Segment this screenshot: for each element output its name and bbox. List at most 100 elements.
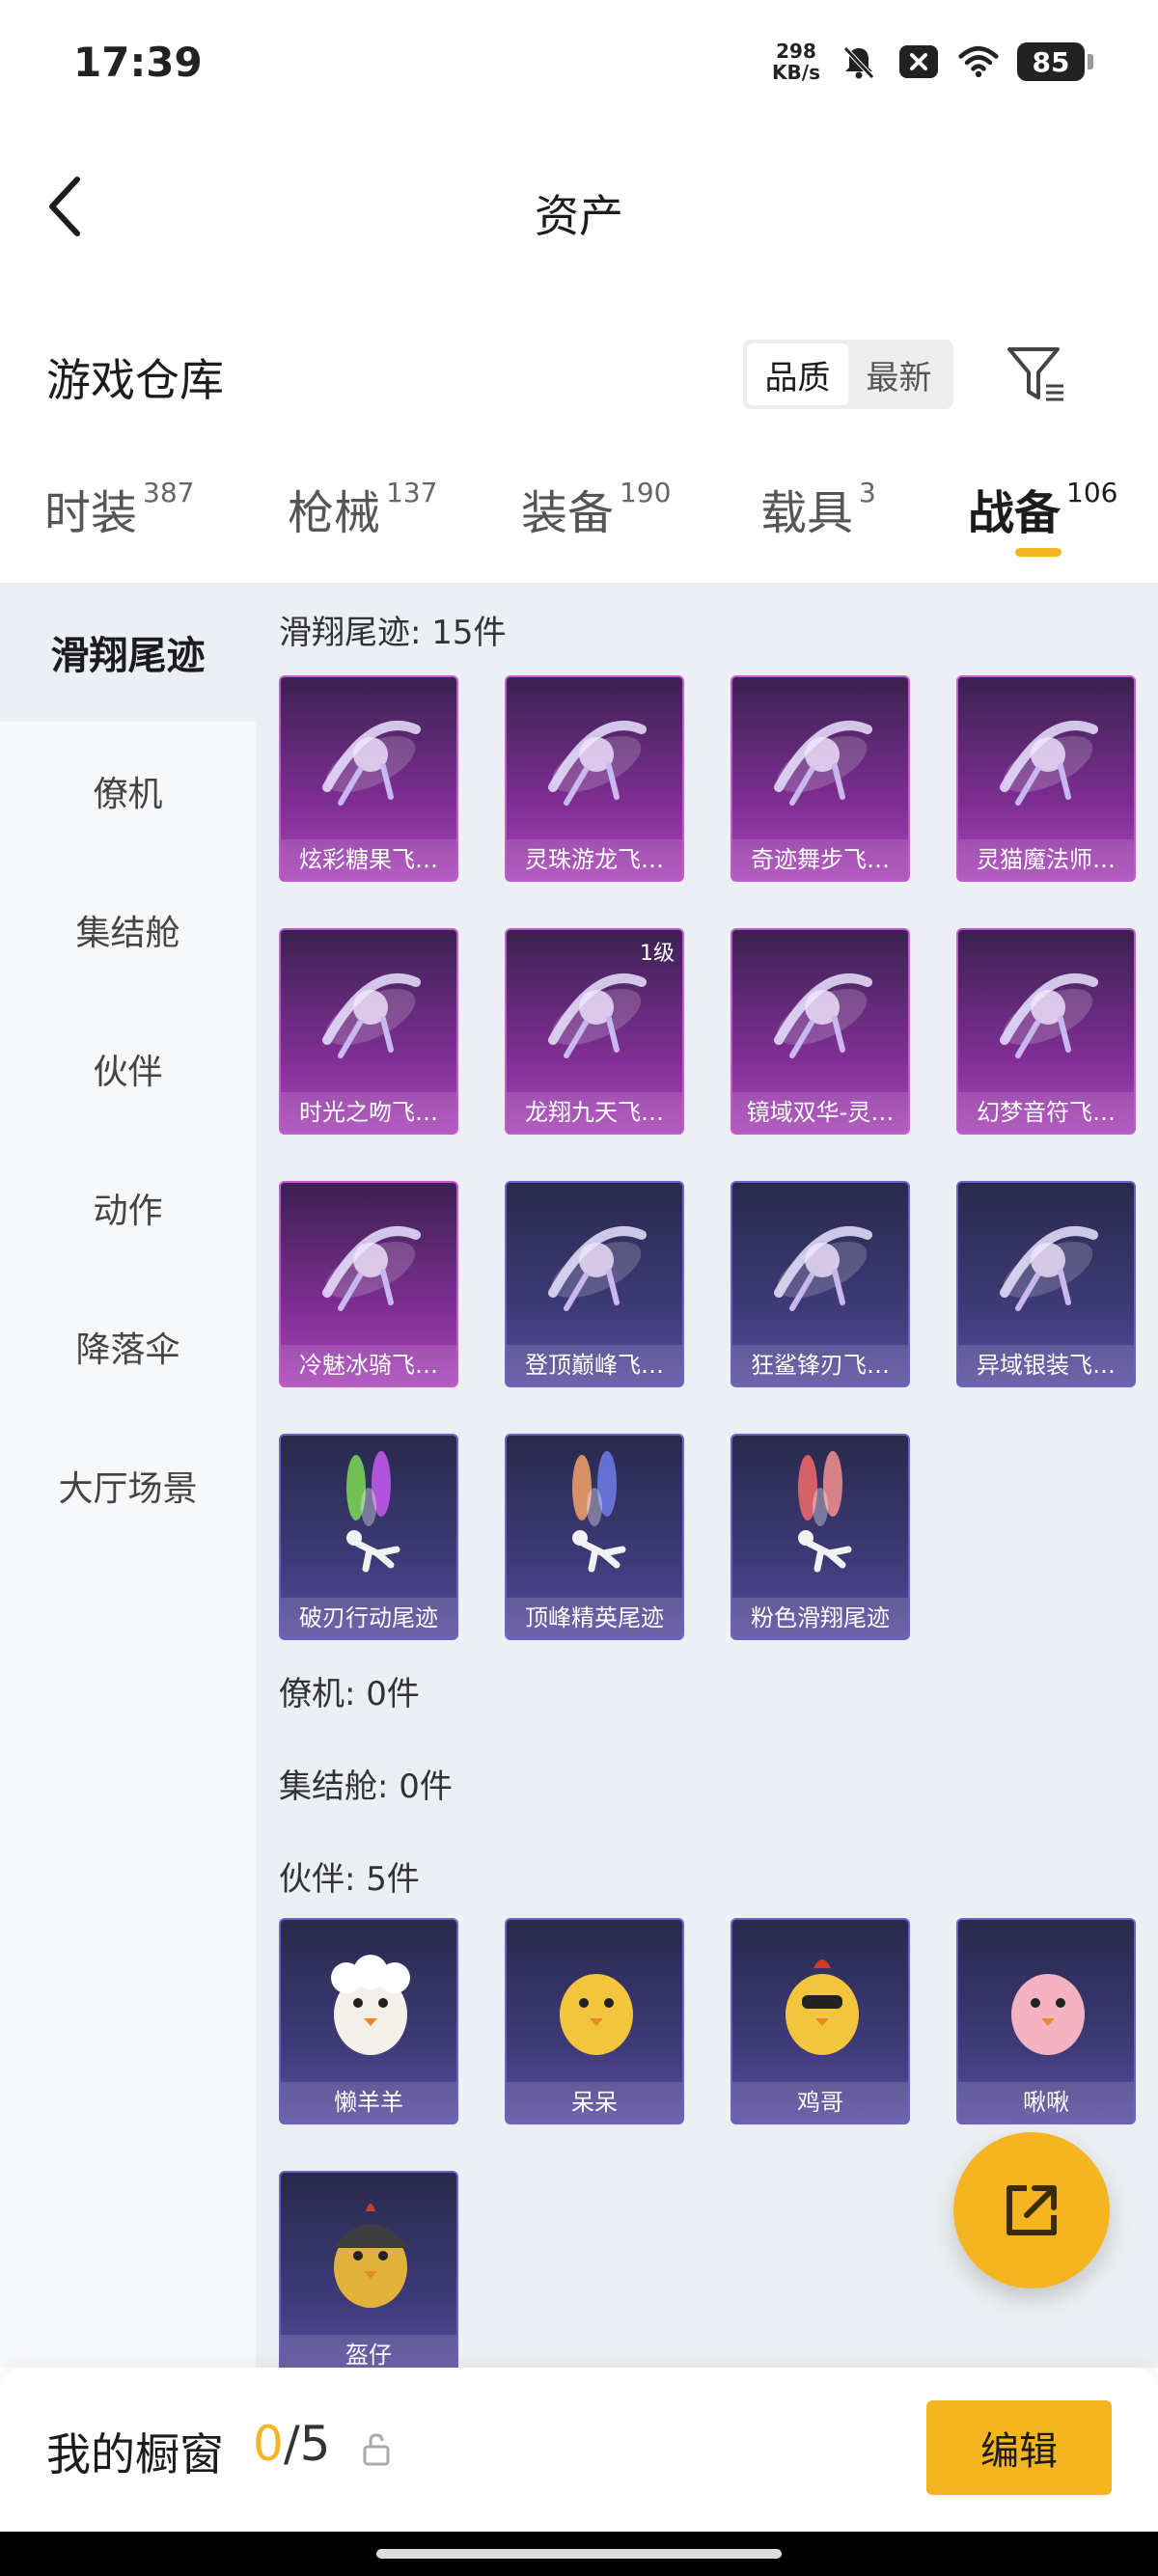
edit-button[interactable]: 编辑 [926, 2400, 1112, 2495]
sidebar-item-parachute[interactable]: 降落伞 [0, 1277, 256, 1416]
showcase-used-count: 0 [253, 2416, 284, 2472]
item-name: 鸡哥 [732, 2082, 908, 2123]
cat-glider-icon [979, 691, 1117, 828]
section-title-rally-pod: 集结舱: 0件 [279, 1768, 453, 1806]
item-card[interactable]: 破刃行动尾迹 [279, 1434, 458, 1640]
sidebar-item-lobby-scene[interactable]: 大厅场景 [0, 1416, 256, 1555]
share-icon [1006, 2185, 1057, 2235]
smoke-trail-icon [528, 1449, 665, 1586]
item-card[interactable]: 时光之吻飞… [279, 928, 458, 1135]
tab-fashion[interactable]: 时装 387 [44, 475, 194, 542]
page-title: 资产 [535, 190, 623, 242]
lock-icon [361, 2431, 392, 2466]
item-name: 冷魅冰骑飞… [281, 1345, 456, 1385]
item-card[interactable]: 灵猫魔法师… [956, 675, 1136, 882]
net-speed-unit: KB/s [772, 61, 820, 84]
sidebar-item-emote[interactable]: 动作 [0, 1138, 256, 1277]
item-name: 炫彩糖果飞… [281, 839, 456, 880]
item-name: 呆呆 [507, 2082, 682, 2123]
sidebar-item-rally-pod[interactable]: 集结舱 [0, 861, 256, 1000]
item-card[interactable]: 顶峰精英尾迹 [505, 1434, 684, 1640]
item-card[interactable]: 异域银装飞… [956, 1181, 1136, 1387]
showcase-total-count: 5 [299, 2416, 331, 2472]
tab-vehicles[interactable]: 载具 3 [760, 475, 876, 542]
home-indicator[interactable] [376, 2549, 782, 2559]
item-card[interactable]: 鸡哥 [731, 1918, 910, 2124]
item-card[interactable]: 灵珠游龙飞… [505, 675, 684, 882]
item-name: 粉色滑翔尾迹 [732, 1598, 908, 1638]
tab-equipment[interactable]: 装备 190 [521, 475, 671, 542]
chick-companion-icon [528, 1933, 665, 2070]
ice-wing-glider-icon [302, 1196, 439, 1333]
bat-wing-glider-icon [979, 1196, 1117, 1333]
item-card[interactable]: 冷魅冰骑飞… [279, 1181, 458, 1387]
dragon-glider-icon [528, 691, 665, 828]
candy-glider-icon [302, 691, 439, 828]
item-card[interactable]: 登顶巅峰飞… [505, 1181, 684, 1387]
item-card[interactable]: 炫彩糖果飞… [279, 675, 458, 882]
item-name: 时光之吻飞… [281, 1092, 456, 1133]
content-area: 滑翔尾迹 僚机 集结舱 伙伴 动作 降落伞 大厅场景 滑翔尾迹: 15件 僚机:… [0, 583, 1158, 2368]
tab-label: 枪械 [288, 486, 381, 540]
item-name: 懒羊羊 [281, 2082, 456, 2123]
item-card[interactable]: 粉色滑翔尾迹 [731, 1434, 910, 1640]
crystal-glider-icon [754, 944, 891, 1081]
tab-battle-prep[interactable]: 战备 106 [968, 475, 1117, 542]
item-card[interactable]: 盔仔 [279, 2171, 458, 2368]
item-card[interactable]: 懒羊羊 [279, 1918, 458, 2124]
hourglass-glider-icon [302, 944, 439, 1081]
filter-icon[interactable] [1004, 342, 1071, 409]
tab-count: 3 [859, 477, 876, 508]
bird-companion-icon [979, 1933, 1117, 2070]
showcase-separator: / [283, 2416, 300, 2472]
item-grid: 滑翔尾迹: 15件 僚机: 0件 集结舱: 0件 伙伴: 5件 炫彩糖果飞… 灵珠… [256, 583, 1158, 2368]
item-card[interactable]: 幻梦音符飞… [956, 928, 1136, 1135]
category-sidebar: 滑翔尾迹 僚机 集结舱 伙伴 动作 降落伞 大厅场景 [0, 583, 256, 2368]
share-button[interactable] [953, 2132, 1110, 2288]
nav-header: 资产 [0, 154, 1158, 260]
showcase-bar: 我的橱窗 0/5 编辑 [0, 2368, 1158, 2532]
item-card[interactable]: 镜域双华-灵… [731, 928, 910, 1135]
battery-indicator: 85 [1017, 42, 1093, 81]
section-title-companion: 伙伴: 5件 [279, 1860, 420, 1899]
item-name: 龙翔九天飞… [507, 1092, 682, 1133]
sort-quality-button[interactable]: 品质 [747, 343, 848, 405]
item-name: 幻梦音符飞… [958, 1092, 1134, 1133]
net-speed-value: 298 [776, 40, 816, 63]
item-card[interactable]: 呆呆 [505, 1918, 684, 2124]
item-card[interactable]: 奇迹舞步飞… [731, 675, 910, 882]
section-title-glide-trail: 滑翔尾迹: 15件 [279, 614, 507, 652]
item-name: 盔仔 [281, 2335, 456, 2368]
item-name: 破刃行动尾迹 [281, 1598, 456, 1638]
tab-label: 装备 [521, 486, 615, 540]
sidebar-item-wingman[interactable]: 僚机 [0, 722, 256, 861]
tab-label: 战备 [968, 486, 1062, 540]
helmet-chick-companion-icon [302, 2186, 439, 2323]
sidebar-item-companion[interactable]: 伙伴 [0, 1000, 256, 1138]
tab-firearms[interactable]: 枪械 137 [288, 475, 437, 542]
gesture-bar [0, 2532, 1158, 2576]
sheep-companion-icon [302, 1933, 439, 2070]
sidebar-item-glide-trail[interactable]: 滑翔尾迹 [0, 583, 256, 722]
status-icons: 298 KB/s 85 [772, 41, 1093, 83]
sort-newest-button[interactable]: 最新 [848, 343, 950, 405]
item-card[interactable]: 1级 龙翔九天飞… [505, 928, 684, 1135]
smoke-trail-icon [754, 1449, 891, 1586]
item-name: 异域银装飞… [958, 1345, 1134, 1385]
tab-count: 387 [143, 477, 195, 508]
tab-count: 190 [620, 477, 672, 508]
item-name: 啾啾 [958, 2082, 1134, 2123]
item-card[interactable]: 狂鲨锋刃飞… [731, 1181, 910, 1387]
item-name: 灵猫魔法师… [958, 839, 1134, 880]
tab-count: 137 [386, 477, 438, 508]
warehouse-row: 游戏仓库 品质 最新 [0, 328, 1158, 425]
warehouse-title: 游戏仓库 [46, 354, 224, 406]
tab-label: 载具 [760, 486, 854, 540]
item-card[interactable]: 啾啾 [956, 1918, 1136, 2124]
network-speed: 298 KB/s [772, 41, 820, 83]
music-box-glider-icon [979, 944, 1117, 1081]
showcase-count: 0/5 [253, 2416, 330, 2472]
sort-toggle: 品质 最新 [743, 340, 953, 409]
jet-glider-icon [528, 1196, 665, 1333]
category-tabs: 时装 387 枪械 137 装备 190 载具 3 战备 106 [0, 446, 1158, 583]
